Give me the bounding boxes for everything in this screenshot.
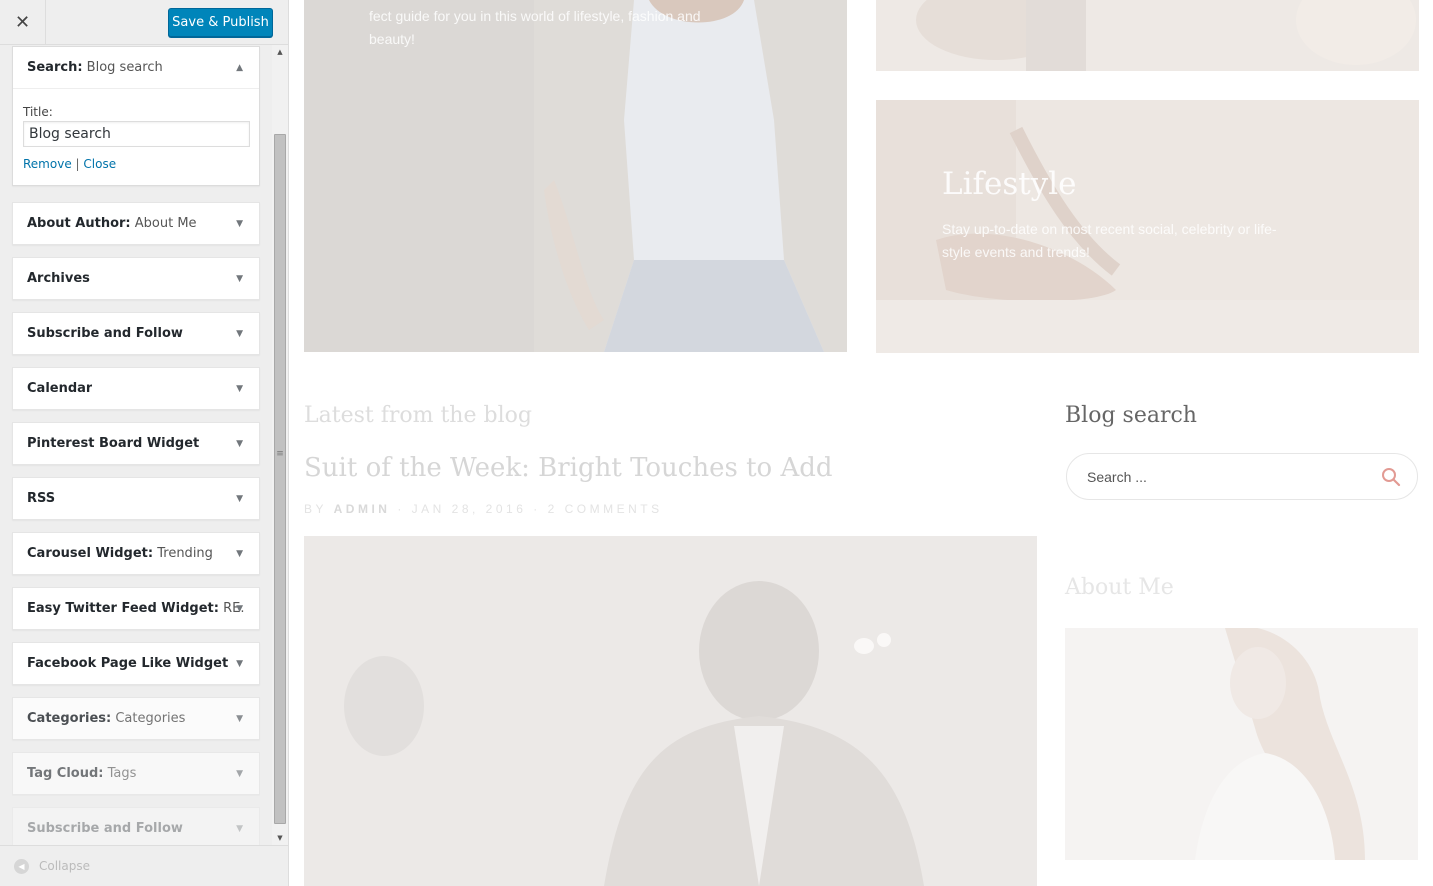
widget-list: Search: Blog search ▲ Title: Remove | Cl… xyxy=(0,45,288,845)
collapse-button[interactable]: ◀ Collapse xyxy=(0,845,288,886)
widget-rss[interactable]: RSS ▼ xyxy=(12,477,260,520)
post-date[interactable]: JAN 28, 2016 xyxy=(412,502,527,516)
title-field-label: Title: xyxy=(23,105,53,119)
close-icon: ✕ xyxy=(14,12,31,33)
post-author-link[interactable]: ADMIN xyxy=(334,502,391,516)
widget-title: About Author: About Me xyxy=(27,216,197,231)
chevron-down-icon[interactable]: ▼ xyxy=(236,313,243,354)
widget-pinterest-board[interactable]: Pinterest Board Widget ▼ xyxy=(12,422,260,465)
chevron-down-icon[interactable]: ▼ xyxy=(236,753,243,794)
widget-title: Subscribe and Follow xyxy=(27,821,183,836)
chevron-down-icon[interactable]: ▼ xyxy=(236,643,243,684)
close-customizer-button[interactable]: ✕ xyxy=(0,0,46,45)
widget-header[interactable]: Calendar ▼ xyxy=(13,368,259,409)
about-me-title: About Me xyxy=(1065,575,1174,600)
chevron-down-icon[interactable]: ▼ xyxy=(236,258,243,299)
widget-form: Title: Remove | Close xyxy=(13,89,259,185)
chevron-down-icon[interactable]: ▼ xyxy=(236,203,243,244)
customizer-sidebar: ✕ Save & Publish Search: Blog search ▲ T… xyxy=(0,0,289,886)
grip-icon: ≡ xyxy=(276,449,284,459)
chevron-down-icon[interactable]: ▼ xyxy=(236,533,243,574)
widget-title: Categories: Categories xyxy=(27,711,186,726)
widget-title: Facebook Page Like Widget xyxy=(27,656,229,671)
widget-header[interactable]: Easy Twitter Feed Widget: RE...▼ xyxy=(13,588,259,629)
scroll-up-arrow-icon[interactable]: ▲ xyxy=(272,45,288,59)
widget-header[interactable]: Pinterest Board Widget ▼ xyxy=(13,423,259,464)
widget-header[interactable]: Tag Cloud: Tags ▼ xyxy=(13,753,259,794)
close-link[interactable]: Close xyxy=(83,157,116,171)
widget-title: RSS xyxy=(27,491,56,506)
search-widget-title: Blog search xyxy=(1065,403,1197,428)
widget-header[interactable]: Facebook Page Like Widget ▼ xyxy=(13,643,259,684)
post-featured-image[interactable] xyxy=(304,536,1037,886)
sidebar-scrollbar[interactable]: ▲ ≡ ▼ xyxy=(272,45,288,845)
woman-jeans-photo xyxy=(304,0,847,352)
chevron-down-icon[interactable]: ▼ xyxy=(236,698,243,739)
remove-link[interactable]: Remove xyxy=(23,157,72,171)
about-me-photo xyxy=(1065,628,1418,860)
hero-image-left[interactable]: fect guide for you in this world of life… xyxy=(304,0,847,352)
chevron-down-icon[interactable]: ▼ xyxy=(236,808,243,845)
widget-about-author[interactable]: About Author: About Me ▼ xyxy=(12,202,260,245)
widget-title: Calendar xyxy=(27,381,93,396)
widget-header[interactable]: Archives ▼ xyxy=(13,258,259,299)
search-form xyxy=(1066,453,1418,500)
widget-subscribe-follow-2[interactable]: Subscribe and Follow ▼ xyxy=(12,807,260,845)
lifestyle-title[interactable]: Lifestyle xyxy=(942,166,1076,202)
customizer-header: ✕ Save & Publish xyxy=(0,0,288,45)
search-icon[interactable] xyxy=(1381,467,1401,487)
widget-header[interactable]: About Author: About Me ▼ xyxy=(13,203,259,244)
curly-hair-woman-photo xyxy=(1065,628,1418,860)
post-comments-link[interactable]: 2 COMMENTS xyxy=(548,502,663,516)
widget-subscribe-follow[interactable]: Subscribe and Follow ▼ xyxy=(12,312,260,355)
hero-image-right-top[interactable] xyxy=(876,0,1419,71)
flowers-photo xyxy=(876,0,1419,71)
scrollbar-thumb[interactable]: ≡ xyxy=(274,134,286,824)
widget-header[interactable]: Search: Blog search ▲ xyxy=(13,47,259,89)
widget-calendar[interactable]: Calendar ▼ xyxy=(12,367,260,410)
search-input[interactable] xyxy=(1087,464,1367,490)
widget-carousel[interactable]: Carousel Widget: Trending ▼ xyxy=(12,532,260,575)
widget-header[interactable]: RSS ▼ xyxy=(13,478,259,519)
widget-title: Pinterest Board Widget xyxy=(27,436,200,451)
widget-categories[interactable]: Categories: Categories ▼ xyxy=(12,697,260,740)
widget-search: Search: Blog search ▲ Title: Remove | Cl… xyxy=(12,46,260,186)
hero-image-lifestyle[interactable]: Lifestyle Stay up-to-date on most recent… xyxy=(876,100,1419,353)
title-field[interactable] xyxy=(23,121,250,147)
widget-title: Tag Cloud: Tags xyxy=(27,766,137,781)
collapse-label: Collapse xyxy=(39,859,90,873)
widget-title: Carousel Widget: Trending xyxy=(27,546,213,561)
widget-title: Archives xyxy=(27,271,90,286)
save-publish-button[interactable]: Save & Publish xyxy=(168,8,273,37)
lifestyle-text: Stay up-to-date on most recent social, c… xyxy=(942,221,1277,260)
widget-title: Subscribe and Follow xyxy=(27,326,183,341)
chevron-down-icon[interactable]: ▼ xyxy=(236,588,243,629)
widget-header[interactable]: Carousel Widget: Trending ▼ xyxy=(13,533,259,574)
scroll-down-arrow-icon[interactable]: ▼ xyxy=(272,831,288,845)
widget-header[interactable]: Subscribe and Follow ▼ xyxy=(13,808,259,845)
widget-actions: Remove | Close xyxy=(23,157,117,171)
chevron-down-icon[interactable]: ▼ xyxy=(236,478,243,519)
widget-header[interactable]: Categories: Categories ▼ xyxy=(13,698,259,739)
post-title-link[interactable]: Suit of the Week: Bright Touches to Add xyxy=(304,453,833,483)
chevron-down-icon[interactable]: ▼ xyxy=(236,423,243,464)
widget-facebook-page-like[interactable]: Facebook Page Like Widget ▼ xyxy=(12,642,260,685)
widget-easy-twitter-feed[interactable]: Easy Twitter Feed Widget: RE...▼ xyxy=(12,587,260,630)
widget-archives[interactable]: Archives ▼ xyxy=(12,257,260,300)
widget-header[interactable]: Subscribe and Follow ▼ xyxy=(13,313,259,354)
widget-title: Easy Twitter Feed Widget: RE... xyxy=(27,601,245,616)
widget-title: Search: Blog search xyxy=(27,60,163,75)
latest-heading: Latest from the blog xyxy=(304,403,532,428)
site-preview: fect guide for you in this world of life… xyxy=(289,0,1433,886)
chevron-down-icon[interactable]: ▼ xyxy=(236,368,243,409)
collapse-arrow-icon: ◀ xyxy=(14,858,29,874)
hero-left-text: fect guide for you in this world of life… xyxy=(369,8,701,47)
chevron-up-icon[interactable]: ▲ xyxy=(236,47,243,88)
office-woman-photo xyxy=(304,536,1037,886)
widget-tag-cloud[interactable]: Tag Cloud: Tags ▼ xyxy=(12,752,260,795)
post-meta: BY ADMIN · JAN 28, 2016 · 2 COMMENTS xyxy=(304,502,663,516)
